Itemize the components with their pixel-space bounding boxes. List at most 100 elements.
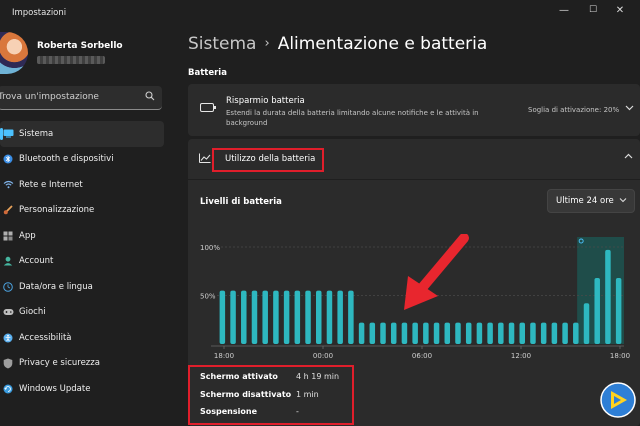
shield-icon [2,357,14,369]
chart-bar[interactable] [498,322,504,344]
chart-bar[interactable] [294,290,301,344]
app-title: Impostazioni [12,8,67,18]
y-tick-label: 100% [200,244,220,252]
sidebar-item-label: App [19,230,36,241]
chart-bar[interactable] [519,322,526,344]
wifi-icon [2,179,14,191]
y-tick-label: 50% [200,293,216,301]
brush-icon [2,204,14,216]
chart-bar[interactable] [562,322,568,344]
chart-bar[interactable] [283,290,290,344]
time-range-value: Ultime 24 ore [556,196,614,206]
battery-saver-threshold: Soglia di attivazione: 20% [528,106,620,114]
chart-bar[interactable] [219,290,226,344]
chart-bar[interactable] [412,322,418,344]
user-profile[interactable]: Roberta Sorbello [0,30,175,80]
breadcrumb: Sistema › Alimentazione e batteria [188,34,487,54]
chart-bar[interactable] [273,290,279,344]
chart-bar[interactable] [583,303,590,344]
chart-bar[interactable] [423,322,429,344]
chart-bar[interactable] [348,290,354,344]
page-title: Alimentazione e batteria [277,34,488,54]
battery-usage-header[interactable]: Utilizzo della batteria [188,139,640,180]
chart-bar[interactable] [390,322,397,344]
breadcrumb-parent[interactable]: Sistema [188,34,256,54]
minimize-button[interactable]: — [556,5,572,16]
profile-email-redacted [37,56,105,64]
chart-bar[interactable] [380,322,386,344]
accessibility-icon [2,332,14,344]
chart-bar[interactable] [251,290,258,344]
chart-bar[interactable] [455,322,461,344]
chevron-down-icon [619,196,627,205]
sidebar-item-label: Bluetooth e dispositivi [19,154,114,165]
sidebar-item-label: Giochi [19,307,46,318]
chart-bar[interactable] [316,290,322,344]
chart-bar[interactable] [305,290,311,344]
search-input[interactable]: Trova un'impostazione [0,92,99,102]
sidebar-item-label: Account [19,256,54,267]
chart-bar[interactable] [465,322,472,344]
battery-saver-title: Risparmio batteria [226,96,305,106]
sidebar-item-data-ora-e-lingua[interactable]: Data/ora e lingua [0,274,164,300]
sidebar-item-app[interactable]: App [0,223,164,249]
chart-bar[interactable] [476,322,483,344]
chart-bar[interactable] [508,322,515,344]
section-label-battery: Batteria [188,68,227,78]
chart-bar[interactable] [326,290,333,344]
title-bar: Impostazioni — ☐ ✕ [0,0,640,28]
sidebar-item-account[interactable]: Account [0,249,164,275]
sidebar-item-bluetooth-e-dispositivi[interactable]: Bluetooth e dispositivi [0,147,164,173]
sidebar-item-privacy-e-sicurezza[interactable]: Privacy e sicurezza [0,351,164,377]
x-tick-label: 18:00 [610,352,630,360]
x-tick-label: 06:00 [412,352,432,360]
globe-clock-icon [2,281,14,293]
search-box[interactable]: Trova un'impostazione [0,86,162,110]
search-icon[interactable] [145,91,155,104]
highlight-box-stats [188,365,354,425]
chart-bar[interactable] [615,278,622,344]
x-tick-label: 00:00 [313,352,333,360]
close-button[interactable]: ✕ [612,5,628,16]
chart-bar[interactable] [433,322,440,344]
sidebar-item-accessibilità[interactable]: Accessibilità [0,325,164,351]
sidebar-item-windows-update[interactable]: Windows Update [0,376,164,402]
sidebar-item-giochi[interactable]: Giochi [0,300,164,326]
chart-bar[interactable] [262,290,268,344]
chart-bar[interactable] [337,290,343,344]
chart-bar[interactable] [241,290,247,344]
chart-bar[interactable] [530,322,536,344]
time-range-dropdown[interactable]: Ultime 24 ore [547,189,635,213]
system-icon [2,128,14,140]
chart-bar[interactable] [594,278,600,344]
chevron-down-icon[interactable] [625,104,634,113]
highlight-box-usage [212,148,324,172]
chart-bar[interactable] [401,322,408,344]
chart-bar[interactable] [551,322,558,344]
sidebar-item-personalizzazione[interactable]: Personalizzazione [0,198,164,224]
chart-bar[interactable] [230,290,236,344]
sidebar-item-label: Data/ora e lingua [19,281,93,292]
x-tick-label: 18:00 [214,352,234,360]
avatar [0,32,28,74]
sidebar-item-label: Windows Update [19,383,91,394]
sidebar-item-label: Privacy e sicurezza [19,358,100,369]
chart-bar[interactable] [540,322,547,344]
chart-bar[interactable] [573,322,579,344]
battery-saver-icon [200,103,216,112]
annotation-arrow [404,234,469,310]
battery-saver-card[interactable]: Risparmio batteria Estendi la durata del… [188,84,640,136]
profile-name: Roberta Sorbello [37,41,123,51]
chart-bar[interactable] [444,322,451,344]
chart-bar[interactable] [358,322,365,344]
chart-bar[interactable] [605,249,611,344]
sidebar-item-label: Rete e Internet [19,179,83,190]
sidebar-item-rete-e-internet[interactable]: Rete e Internet [0,172,164,198]
chevron-up-icon[interactable] [624,152,633,161]
maximize-button[interactable]: ☐ [585,5,601,15]
chart-bar[interactable] [487,322,493,344]
gamepad-icon [2,306,14,318]
battery-levels-title: Livelli di batteria [200,197,282,207]
sidebar-item-sistema[interactable]: Sistema [0,121,164,147]
chart-bar[interactable] [369,322,376,344]
